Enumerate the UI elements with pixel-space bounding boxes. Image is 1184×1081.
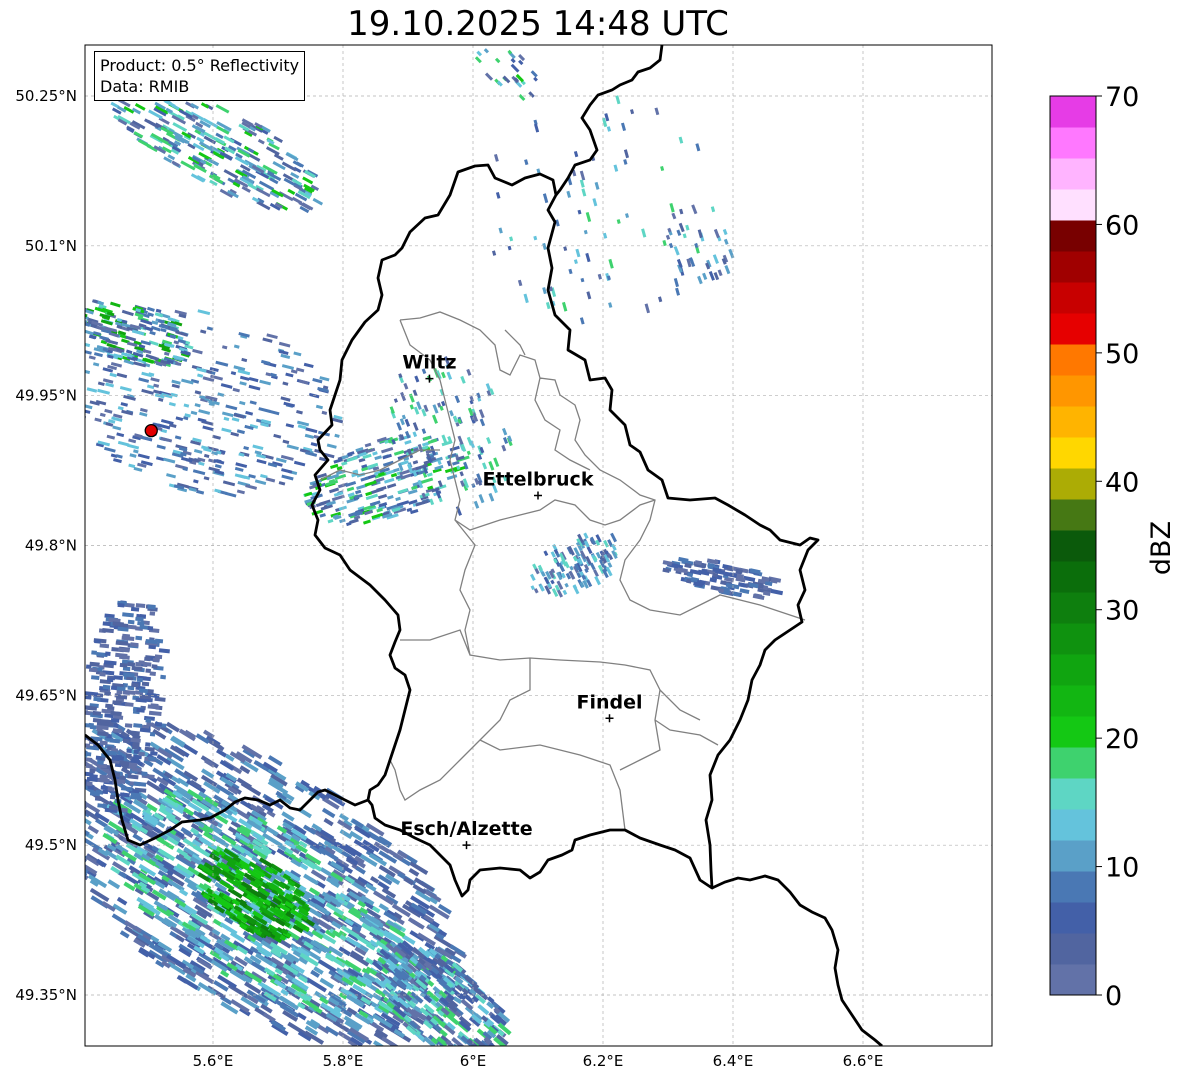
- colorbar-segment: [1050, 530, 1096, 562]
- germany-border-south: [711, 874, 883, 1046]
- city-markers: Wiltz Ettelbruck Findel Esch/Alzette: [400, 352, 643, 850]
- colorbar-segment: [1050, 406, 1096, 438]
- colorbar-segment: [1050, 623, 1096, 655]
- city-label: Findel: [576, 691, 642, 713]
- colorbar-segment: [1050, 282, 1096, 314]
- colorbar-segment: [1050, 158, 1096, 190]
- colorbar-segment: [1050, 468, 1096, 500]
- colorbar-segment: [1050, 127, 1096, 159]
- colorbar-segment: [1050, 375, 1096, 407]
- colorbar-tick-label: 40: [1105, 467, 1139, 498]
- colorbar-tick-label: 60: [1105, 210, 1139, 241]
- radar-site-marker: [144, 423, 158, 438]
- colorbar-tick-label: 30: [1105, 596, 1139, 627]
- colorbar-label: dBZ: [1146, 521, 1177, 575]
- lat-tick-label: 49.95°N: [15, 387, 77, 405]
- city-label: Ettelbruck: [483, 469, 594, 491]
- radar-map: 50.25°N 50.1°N 49.95°N 49.8°N 49.65°N 49.5°N 4…: [15, 44, 1177, 1070]
- lon-tick-label: 5.8°E: [323, 1052, 364, 1070]
- colorbar-segment: [1050, 96, 1096, 128]
- city-marker: [605, 714, 614, 723]
- product-info-box: Product: 0.5° Reflectivity Data: RMIB: [94, 51, 306, 101]
- colorbar-segment: [1050, 251, 1096, 283]
- colorbar-segment: [1050, 716, 1096, 748]
- colorbar-segment: [1050, 220, 1096, 252]
- city-marker: [462, 841, 471, 850]
- colorbar-segment: [1050, 933, 1096, 965]
- colorbar-segment: [1050, 964, 1096, 996]
- city-label: Esch/Alzette: [400, 818, 532, 840]
- lat-tick-label: 50.1°N: [25, 237, 77, 255]
- luxembourg-border: [310, 163, 820, 898]
- lat-tick-label: 49.8°N: [25, 537, 77, 555]
- lon-tick-label: 5.6°E: [193, 1052, 234, 1070]
- colorbar-segment: [1050, 685, 1096, 717]
- colorbar-tick-label: 20: [1105, 724, 1139, 755]
- lon-tick-label: 6.6°E: [843, 1052, 884, 1070]
- colorbar-segment: [1050, 654, 1096, 686]
- lat-tick-label: 49.65°N: [15, 686, 77, 704]
- colorbar-tick-label: 10: [1105, 853, 1139, 884]
- colorbar-segment: [1050, 344, 1096, 376]
- city-label: Wiltz: [402, 352, 456, 374]
- colorbar-segment: [1050, 840, 1096, 872]
- lon-tick-label: 6.2°E: [583, 1052, 624, 1070]
- colorbar: 0 10 20 30 40 50 60 70 dBZ: [1049, 82, 1177, 1012]
- colorbar-segment: [1050, 871, 1096, 903]
- lon-tick-label: 6.4°E: [713, 1052, 754, 1070]
- colorbar-tick-label: 50: [1105, 339, 1139, 370]
- colorbar-segment: [1050, 592, 1096, 624]
- lat-tick-label: 50.25°N: [15, 87, 77, 105]
- data-source-label: Data: RMIB: [100, 77, 190, 96]
- colorbar-tick-label: 70: [1105, 82, 1139, 113]
- city-marker: [534, 491, 542, 500]
- colorbar-segment: [1050, 778, 1096, 810]
- colorbar-segment: [1050, 313, 1096, 345]
- lat-tick-label: 49.5°N: [25, 836, 77, 854]
- colorbar-segment: [1050, 499, 1096, 531]
- lat-tick-label: 49.35°N: [15, 986, 77, 1004]
- colorbar-segment: [1050, 902, 1096, 934]
- colorbar-tick-label: 0: [1105, 981, 1122, 1012]
- radar-echoes: [85, 45, 784, 1046]
- lon-tick-label: 6°E: [460, 1052, 487, 1070]
- colorbar-segment: [1050, 561, 1096, 593]
- colorbar-segment: [1050, 189, 1096, 221]
- product-label: Product: 0.5° Reflectivity: [100, 56, 300, 75]
- colorbar-segment: [1050, 809, 1096, 841]
- city-marker: [425, 374, 434, 383]
- colorbar-segment: [1050, 747, 1096, 779]
- colorbar-segment: [1050, 437, 1096, 469]
